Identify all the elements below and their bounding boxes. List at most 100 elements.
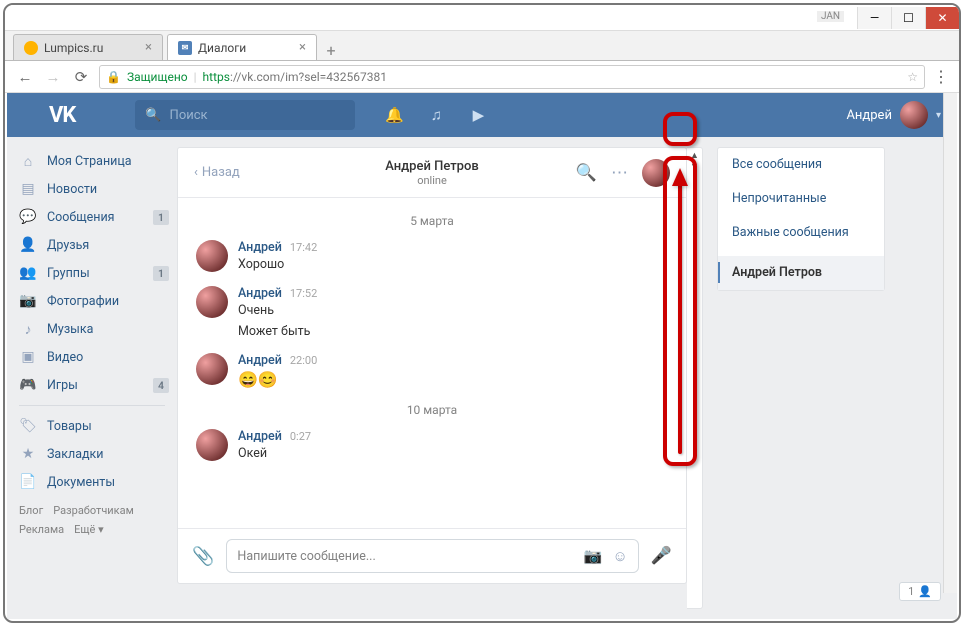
date-separator: 10 марта	[196, 403, 668, 417]
sidebar-item-photos[interactable]: 📷Фотографии	[7, 287, 177, 315]
url-text: https://vk.com/im?sel=432567381	[203, 70, 387, 84]
avatar[interactable]	[196, 240, 228, 272]
search-icon[interactable]: 🔍	[576, 163, 597, 183]
filter-panel: Все сообщения Непрочитанные Важные сообщ…	[717, 147, 885, 291]
vk-logo[interactable]: VK	[49, 103, 75, 128]
sidebar-item-groups[interactable]: 👥Группы1	[7, 259, 177, 287]
date-separator: 5 марта	[196, 214, 668, 228]
vk-icon: ✉	[178, 41, 192, 55]
attach-icon[interactable]: 📎	[192, 546, 214, 567]
scrollbar-vertical[interactable]: ▲▼	[687, 147, 703, 609]
message-author[interactable]: Андрей	[238, 429, 282, 444]
sidebar-item-music[interactable]: ♪Музыка	[7, 315, 177, 343]
sidebar-item-messages[interactable]: 💬Сообщения1	[7, 203, 177, 231]
close-icon[interactable]: ×	[299, 40, 306, 55]
star-icon: ★	[19, 445, 37, 463]
groups-icon: 👥	[19, 264, 37, 282]
annotation-arrow-head	[672, 168, 688, 186]
address-bar[interactable]: 🔒 Защищено | https://vk.com/im?sel=43256…	[99, 65, 925, 89]
sidebar-item-market[interactable]: 🏷Товары	[7, 412, 177, 440]
footer-more[interactable]: Ещё ▾	[74, 523, 104, 536]
message-author[interactable]: Андрей	[238, 353, 282, 368]
sidebar-item-video[interactable]: ▣Видео	[7, 343, 177, 371]
avatar[interactable]	[196, 353, 228, 385]
friends-icon: 👤	[19, 236, 37, 254]
music-icon[interactable]: ♫	[427, 106, 445, 124]
mic-icon[interactable]: 🎤	[651, 546, 672, 566]
avatar[interactable]	[196, 429, 228, 461]
browser-scrollbar-vertical[interactable]	[943, 93, 957, 593]
tab-label: Lumpics.ru	[44, 41, 103, 55]
message-input[interactable]: Напишите сообщение... 📷 ☺	[226, 539, 638, 573]
forward-button[interactable]: →	[43, 67, 63, 87]
chat-body: 5 марта Андрей17:42 Хорошо Андрей17:52 О…	[178, 198, 686, 528]
window-close-button[interactable]: ✕	[925, 7, 959, 29]
secure-label: Защищено	[127, 70, 188, 84]
message-text: Очень	[238, 303, 668, 318]
reload-button[interactable]: ⟳	[71, 67, 91, 87]
annotation-arrow	[678, 184, 682, 454]
message-author[interactable]: Андрей	[238, 240, 282, 255]
star-icon[interactable]: ☆	[907, 70, 918, 84]
sidebar-item-games[interactable]: 🎮Игры4	[7, 371, 177, 399]
sidebar-footer: Блог Разработчикам Реклама Ещё ▾	[7, 496, 177, 544]
chat-input-row: 📎 Напишите сообщение... 📷 ☺ 🎤	[178, 528, 686, 583]
sidebar-item-docs[interactable]: 📄Документы	[7, 468, 177, 496]
lock-icon: 🔒	[106, 70, 121, 84]
tab-dialogs[interactable]: ✉ Диалоги ×	[167, 34, 317, 60]
filter-pinned-chat[interactable]: Андрей Петров	[718, 256, 884, 290]
search-placeholder: Поиск	[170, 108, 208, 123]
bell-icon[interactable]: 🔔	[385, 106, 403, 124]
jan-badge: JAN	[817, 11, 844, 22]
sidebar-item-mypage[interactable]: ⌂Моя Страница	[7, 147, 177, 175]
back-button[interactable]: ‹ Назад	[194, 165, 240, 180]
footer-dev[interactable]: Разработчикам	[53, 504, 134, 517]
sidebar: ⌂Моя Страница ▤Новости 💬Сообщения1 👤Друз…	[7, 137, 177, 619]
camera-icon: 📷	[19, 292, 37, 310]
online-count-widget[interactable]: 1 👤	[899, 582, 941, 601]
avatar[interactable]	[642, 159, 670, 187]
smile-icon[interactable]: ☺	[613, 547, 628, 565]
play-icon[interactable]: ▶	[469, 106, 487, 124]
message-text: Может быть	[238, 324, 668, 339]
chat-panel: ‹ Назад Андрей Петров online 🔍 ⋯ 5 марта	[177, 147, 687, 584]
tab-lumpics[interactable]: Lumpics.ru ×	[13, 34, 163, 60]
message: Андрей22:00 😄😊	[196, 353, 668, 389]
camera-icon[interactable]: 📷	[584, 547, 603, 565]
note-icon: ♪	[19, 320, 37, 338]
sidebar-item-news[interactable]: ▤Новости	[7, 175, 177, 203]
footer-ads[interactable]: Реклама	[19, 523, 64, 536]
user-name: Андрей	[846, 108, 892, 123]
message-text: Хорошо	[238, 257, 668, 272]
scroll-up-icon[interactable]: ▲▼	[687, 150, 702, 172]
filter-important[interactable]: Важные сообщения	[718, 216, 884, 250]
filter-unread[interactable]: Непрочитанные	[718, 182, 884, 216]
message-time: 22:00	[290, 354, 317, 367]
user-menu[interactable]: Андрей ▾	[846, 101, 941, 129]
gamepad-icon: 🎮	[19, 376, 37, 394]
search-input[interactable]: 🔍 Поиск	[135, 100, 355, 130]
back-button[interactable]: ←	[15, 67, 35, 87]
more-icon[interactable]: ⋯	[611, 163, 628, 183]
chat-header: ‹ Назад Андрей Петров online 🔍 ⋯	[178, 148, 686, 198]
new-tab-button[interactable]: +	[321, 41, 341, 60]
close-icon[interactable]: ×	[145, 40, 152, 55]
input-placeholder: Напишите сообщение...	[237, 549, 375, 564]
message-author[interactable]: Андрей	[238, 286, 282, 301]
window-minimize-button[interactable]: —	[857, 7, 891, 29]
avatar[interactable]	[196, 286, 228, 318]
news-icon: ▤	[19, 180, 37, 198]
filter-all[interactable]: Все сообщения	[718, 148, 884, 182]
avatar	[900, 101, 928, 129]
address-bar-row: ← → ⟳ 🔒 Защищено | https://vk.com/im?sel…	[5, 61, 959, 93]
sidebar-item-bookmarks[interactable]: ★Закладки	[7, 440, 177, 468]
sidebar-item-friends[interactable]: 👤Друзья	[7, 231, 177, 259]
globe-icon	[24, 41, 38, 55]
window-maximize-button[interactable]: ☐	[891, 7, 925, 29]
chevron-down-icon: ▾	[936, 110, 941, 121]
browser-menu-button[interactable]: ⋮	[933, 67, 949, 86]
tab-strip: Lumpics.ru × ✉ Диалоги × +	[5, 31, 959, 61]
chat-icon: 💬	[19, 208, 37, 226]
message: Андрей17:42 Хорошо	[196, 240, 668, 272]
footer-blog[interactable]: Блог	[19, 504, 43, 517]
